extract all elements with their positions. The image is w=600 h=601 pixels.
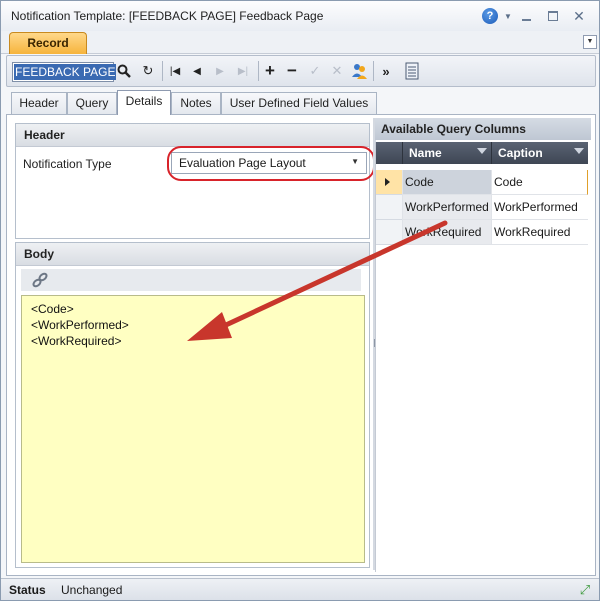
save-check-icon[interactable]: ✓ [305, 61, 325, 81]
chevron-down-icon[interactable]: ▼ [503, 7, 513, 25]
ribbon-collapse-button[interactable]: ▼ [583, 35, 597, 49]
column-header-caption-label: Caption [498, 146, 543, 160]
tab-notes[interactable]: Notes [171, 92, 221, 114]
record-toolbar: FEEDBACK PAGE ↻ |◀ ◀ ▶ ▶| + − ✓ ✕ » [6, 55, 596, 87]
add-icon[interactable]: + [260, 61, 280, 81]
table-cell-caption[interactable]: Code [491, 170, 588, 195]
help-icon[interactable]: ? [482, 8, 498, 24]
toolbar-divider [162, 61, 163, 81]
record-lookup-value: FEEDBACK PAGE [14, 64, 117, 80]
previous-record-icon[interactable]: ◀ [187, 61, 207, 81]
body-line: <WorkPerformed> [31, 318, 129, 332]
status-value: Unchanged [61, 583, 123, 597]
tab-header[interactable]: Header [11, 92, 67, 114]
minimize-button[interactable] [519, 7, 533, 25]
notification-type-label: Notification Type [23, 157, 112, 171]
filter-icon[interactable] [477, 148, 487, 154]
title-bar: Notification Template: [FEEDBACK PAGE] F… [1, 1, 599, 31]
table-cell-name[interactable]: WorkPerformed [402, 195, 491, 220]
row-indicator[interactable] [376, 195, 402, 220]
window-title: Notification Template: [FEEDBACK PAGE] F… [11, 9, 324, 23]
close-button[interactable]: ✕ [571, 7, 587, 25]
ribbon-tab-strip: Record ▼ [1, 31, 599, 54]
details-panel: Header Notification Type Evaluation Page… [6, 114, 596, 576]
first-record-icon[interactable]: |◀ [165, 61, 185, 81]
body-line: <WorkRequired> [31, 334, 122, 348]
query-columns-title: Available Query Columns [375, 118, 591, 140]
users-icon[interactable] [349, 61, 369, 81]
next-record-icon[interactable]: ▶ [210, 61, 230, 81]
column-header-caption[interactable]: Caption [491, 142, 588, 164]
delete-icon[interactable]: − [282, 61, 302, 81]
link-icon[interactable] [31, 272, 49, 288]
table-cell-caption[interactable]: WorkPerformed [491, 195, 588, 220]
ribbon-tab-record[interactable]: Record [9, 32, 87, 54]
maximize-button[interactable] [546, 7, 560, 25]
more-icon[interactable]: » [376, 61, 396, 81]
current-row-icon [385, 178, 390, 186]
last-record-icon[interactable]: ▶| [233, 61, 253, 81]
table-cell-name[interactable]: WorkRequired [402, 220, 491, 245]
cancel-icon[interactable]: ✕ [327, 61, 347, 81]
row-indicator[interactable] [376, 220, 402, 245]
body-line: <Code> [31, 302, 74, 316]
annotation-highlight-oval [167, 146, 375, 181]
tab-query[interactable]: Query [67, 92, 117, 114]
search-icon[interactable] [114, 61, 134, 81]
report-icon[interactable] [402, 61, 422, 81]
header-section: Header Notification Type Evaluation Page… [15, 123, 375, 239]
query-columns-grid: Name Caption Code Code WorkPerformed Wor… [375, 142, 592, 572]
table-cell-caption[interactable]: WorkRequired [491, 220, 588, 245]
filter-icon[interactable] [574, 148, 584, 154]
status-label: Status [9, 583, 46, 597]
refresh-icon[interactable]: ↻ [138, 61, 158, 81]
tab-user-defined-field-values[interactable]: User Defined Field Values [221, 92, 377, 114]
toolbar-divider [373, 61, 374, 81]
tab-details[interactable]: Details [117, 90, 171, 115]
column-header-name[interactable]: Name [402, 142, 491, 164]
resize-grip-icon[interactable]: ⤢ [577, 582, 593, 598]
body-editor-toolbar [21, 269, 361, 291]
record-lookup-field[interactable]: FEEDBACK PAGE [12, 62, 117, 82]
header-section-title: Header [16, 124, 369, 147]
body-section-title: Body [16, 243, 369, 266]
toolbar-divider [258, 61, 259, 81]
notification-template-window: Notification Template: [FEEDBACK PAGE] F… [0, 0, 600, 601]
body-section: Body <Code> <WorkPerformed> <WorkRequire… [15, 242, 370, 568]
body-text-editor[interactable]: <Code> <WorkPerformed> <WorkRequired> [21, 295, 365, 563]
maximize-icon [548, 11, 558, 21]
table-cell-name[interactable]: Code [402, 170, 491, 195]
minimize-icon [521, 19, 531, 21]
column-header-name-label: Name [409, 146, 442, 160]
row-indicator-header [376, 142, 402, 164]
row-indicator-current[interactable] [376, 170, 402, 195]
status-bar: Status Unchanged ⤢ [1, 578, 599, 600]
